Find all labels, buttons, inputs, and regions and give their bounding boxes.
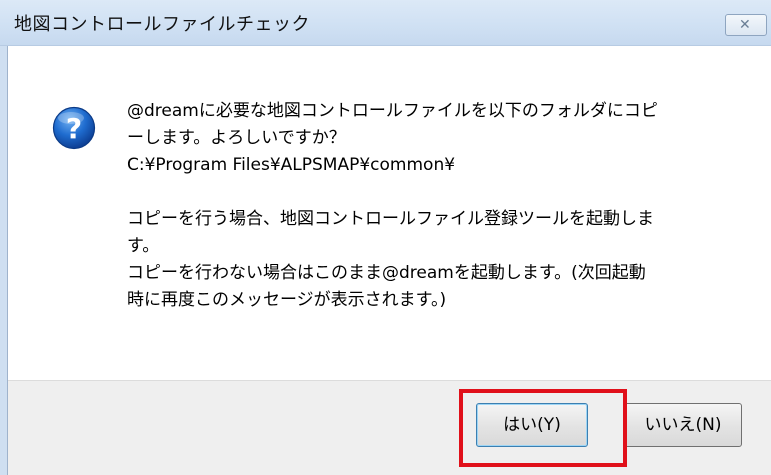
window-title: 地図コントロールファイルチェック [14, 14, 310, 35]
close-icon: ✕ [739, 17, 751, 33]
confirm-dialog: 地図コントロールファイルチェック ✕ ? @dreamに必要な地図コントロールフ… [0, 0, 771, 475]
message-line: ーします。よろしいですか？ [127, 128, 346, 148]
question-icon-glyph: ? [66, 112, 82, 145]
message-text: @dreamに必要な地図コントロールファイルを以下のフォルダにコピ ーします。よ… [127, 98, 747, 314]
message-line: C:¥Program Files¥ALPSMAP¥common¥ [127, 155, 456, 175]
button-bar: はい(Y) いいえ(N) [8, 380, 771, 475]
question-icon: ? [52, 106, 96, 150]
no-button[interactable]: いいえ(N) [624, 403, 742, 447]
highlight-box [459, 389, 627, 467]
dialog-content: ? @dreamに必要な地図コントロールファイルを以下のフォルダにコピ ーします… [8, 46, 771, 380]
message-line: @dreamに必要な地図コントロールファイルを以下のフォルダにコピ [127, 101, 658, 121]
message-line: 時に再度このメッセージが表示されます。) [127, 290, 447, 310]
message-line: コピーを行わない場合はこのまま@dreamを起動します。(次回起動 [127, 263, 646, 283]
close-button[interactable]: ✕ [725, 14, 767, 36]
title-bar[interactable]: 地図コントロールファイルチェック ✕ [0, 0, 771, 46]
message-line: コピーを行う場合、地図コントロールファイル登録ツールを起動しま [127, 209, 654, 229]
message-line: す。 [127, 236, 160, 256]
window-frame-left [0, 46, 8, 475]
